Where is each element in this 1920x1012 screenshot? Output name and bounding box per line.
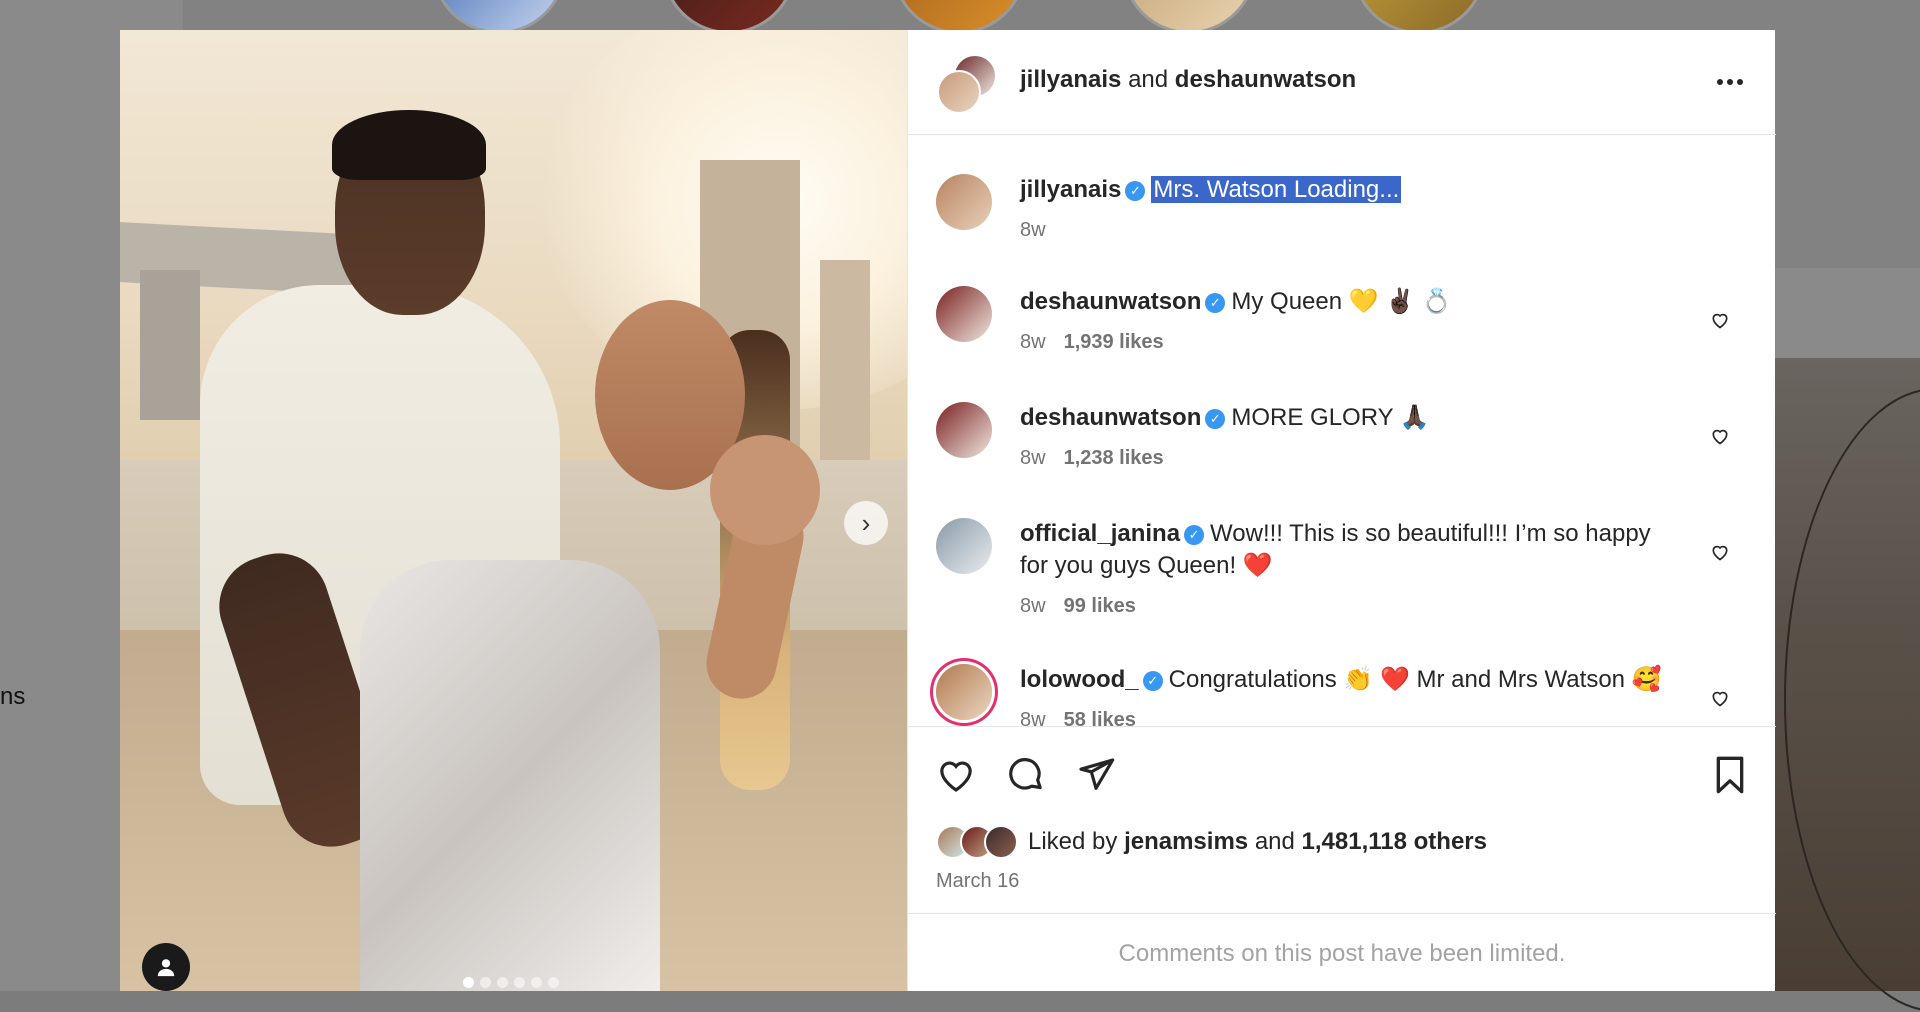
post-actions: Liked by jenamsims and 1,481,118 others … (908, 726, 1776, 992)
background-next-post-photo (1774, 358, 1920, 1012)
post-photo: › (120, 30, 907, 991)
comment-likes[interactable]: 1,238 likes (1064, 447, 1164, 469)
caption-text: Mrs. Watson Loading... (1151, 176, 1402, 203)
carousel-dot (480, 977, 491, 988)
comment-time[interactable]: 8w (1020, 331, 1046, 353)
verified-badge-icon: ✓ (1205, 293, 1226, 313)
comment-like-heart-icon[interactable] (1710, 688, 1730, 708)
verified-badge-icon: ✓ (1184, 525, 1205, 545)
comments-limited-notice: Comments on this post have been limited. (908, 913, 1776, 993)
avatar (937, 70, 981, 114)
comment-like-heart-icon[interactable] (1710, 542, 1730, 562)
comments-list[interactable]: jillyanais ✓ Mrs. Watson Loading... 8w des… (908, 134, 1776, 726)
tagged-users-button[interactable] (142, 943, 190, 991)
authors-connector: and (1128, 66, 1169, 93)
comment-like-heart-icon[interactable] (1710, 310, 1730, 330)
collab-avatars[interactable] (937, 54, 997, 114)
carousel-dot (548, 977, 559, 988)
background-side-text: ns (0, 683, 26, 710)
comment-time[interactable]: 8w (1020, 447, 1046, 469)
verified-badge-icon: ✓ (1142, 671, 1163, 691)
comment-text: MORE GLORY 🙏🏿 (1231, 404, 1430, 431)
author-link-jillyanais[interactable]: jillyanais (1020, 66, 1121, 93)
comment-time[interactable]: 8w (1020, 219, 1046, 241)
avatar[interactable] (936, 518, 992, 574)
comment-username[interactable]: deshaunwatson (1020, 288, 1201, 315)
carousel-indicators (463, 977, 559, 988)
post-header: jillyanais and deshaunwatson (908, 30, 1776, 135)
author-link-deshaunwatson[interactable]: deshaunwatson (1175, 66, 1356, 93)
comment-username[interactable]: jillyanais (1020, 176, 1121, 203)
comment-time[interactable]: 8w (1020, 709, 1046, 726)
liked-by-user-link[interactable]: jenamsims (1124, 828, 1248, 855)
post-details-pane: jillyanais and deshaunwatson jillyanais ✓… (907, 30, 1776, 991)
comment-like-heart-icon[interactable] (1710, 426, 1730, 446)
like-heart-icon[interactable] (936, 755, 976, 795)
post-modal: › jillyanais and deshaunwatson jillyanai… (120, 30, 1776, 991)
comment-text: My Queen 💛 ✌🏿 💍 (1231, 288, 1452, 315)
liked-by-prefix: Liked by (1028, 828, 1118, 855)
liked-by-others-link[interactable]: 1,481,118 others (1302, 828, 1487, 855)
share-send-icon[interactable] (1076, 755, 1116, 795)
post-date[interactable]: March 16 (936, 870, 1019, 893)
chevron-right-icon: › (861, 507, 871, 538)
comment-likes[interactable]: 1,939 likes (1064, 331, 1164, 353)
next-photo-button[interactable]: › (844, 501, 888, 545)
carousel-dot (497, 977, 508, 988)
user-icon (157, 959, 175, 977)
comment-username[interactable]: deshaunwatson (1020, 404, 1201, 431)
post-authors: jillyanais and deshaunwatson (1020, 66, 1356, 94)
carousel-dot (514, 977, 525, 988)
comment-time[interactable]: 8w (1020, 595, 1046, 617)
carousel-dot (531, 977, 542, 988)
avatar[interactable] (936, 402, 992, 458)
avatar[interactable] (936, 174, 992, 230)
avatar[interactable] (936, 286, 992, 342)
comment-likes[interactable]: 99 likes (1064, 595, 1136, 617)
comment-username[interactable]: lolowood_ (1020, 666, 1139, 693)
liked-by-connector: and (1254, 828, 1295, 855)
carousel-dot (463, 977, 474, 988)
avatar (984, 825, 1018, 859)
comment-bubble-icon[interactable] (1006, 755, 1046, 795)
comment-likes[interactable]: 58 likes (1064, 709, 1136, 726)
liked-by-summary: Liked by jenamsims and 1,481,118 others (936, 825, 1487, 859)
verified-badge-icon: ✓ (1125, 181, 1146, 201)
comment-username[interactable]: official_janina (1020, 520, 1180, 547)
avatar-story-ring[interactable] (936, 664, 992, 720)
comment-text: Congratulations 👏 ❤️ Mr and Mrs Watson 🥰 (1168, 666, 1662, 693)
more-options-button[interactable] (1716, 67, 1744, 87)
more-horizontal-icon (1717, 79, 1743, 85)
verified-badge-icon: ✓ (1205, 409, 1226, 429)
save-bookmark-icon[interactable] (1712, 755, 1748, 795)
